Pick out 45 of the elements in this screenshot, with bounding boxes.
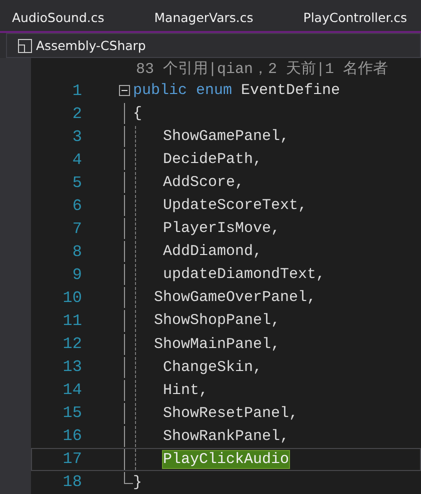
line-number: 14	[62, 381, 82, 400]
line-number: 8	[71, 242, 82, 261]
code-token: EventDefine	[241, 82, 340, 100]
code-text: updateDiamondText,	[163, 266, 326, 284]
code-text: Hint,	[163, 382, 208, 399]
codelens-info[interactable]: 83 个引用|qian，2 天前|1 名作者	[136, 59, 388, 78]
line-number: 13	[62, 358, 82, 376]
code-text: DecidePath,	[163, 151, 262, 168]
line-number: 17	[62, 450, 82, 468]
code-text: UpdateScoreText,	[163, 197, 308, 214]
line-number: 18	[62, 473, 82, 492]
project-label[interactable]: Assembly-CSharp	[36, 38, 146, 53]
line-number: 2	[71, 104, 82, 123]
line-number: 3	[71, 128, 82, 146]
code-text: AddScore,	[163, 174, 244, 192]
collapse-icon[interactable]	[119, 85, 130, 96]
line-number: 5	[71, 174, 82, 192]
code-text: ShowGameOverPanel,	[154, 289, 316, 306]
line-number: 1	[71, 82, 82, 100]
line-number: 10	[62, 288, 82, 307]
file-tab[interactable]: ManagerVars.cs	[154, 10, 254, 31]
code-token: public	[133, 82, 188, 100]
code-text: ShowShopPanel,	[154, 312, 280, 330]
line-number: 16	[62, 427, 82, 446]
line-number: 11	[62, 312, 82, 330]
line-number: 7	[71, 220, 82, 238]
file-tab[interactable]: PlayController.cs	[303, 10, 408, 31]
line-number: 12	[62, 335, 82, 354]
code-token: enum	[196, 82, 232, 100]
line-number: 15	[62, 404, 82, 422]
code-text: ShowGamePanel,	[163, 128, 290, 146]
line-number: 4	[71, 150, 82, 169]
brace: {	[133, 105, 142, 122]
code-text: PlayerIsMove,	[163, 220, 280, 238]
code-text: ShowMainPanel,	[154, 336, 280, 353]
line-number: 6	[71, 196, 82, 215]
code-text: ShowRankPanel,	[163, 428, 290, 445]
code-text: PlayClickAudio	[163, 450, 290, 468]
file-tab[interactable]: AudioSound.cs	[12, 10, 104, 31]
project-icon	[18, 38, 32, 52]
brace: }	[133, 474, 142, 491]
code-text: ChangeSkin,	[163, 358, 262, 376]
code-text: ShowResetPanel,	[163, 404, 298, 422]
code-text: AddDiamond,	[163, 243, 262, 260]
line-number: 9	[71, 266, 82, 284]
